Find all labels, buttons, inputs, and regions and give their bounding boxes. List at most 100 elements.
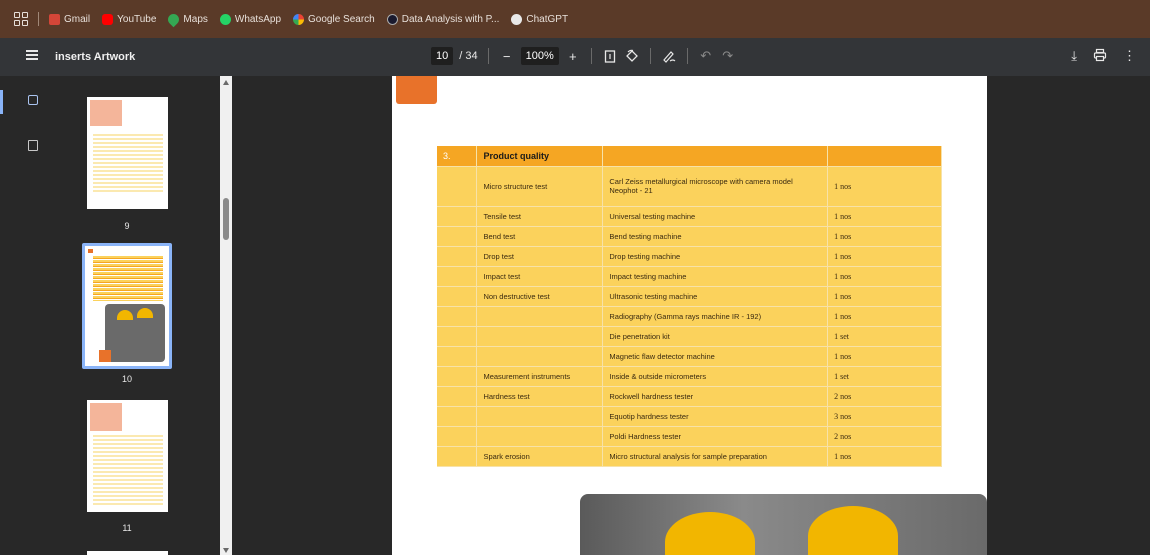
quantity-cell: 1 set bbox=[827, 366, 942, 387]
thumbnail-page-12[interactable] bbox=[87, 551, 168, 555]
quantity-cell: 1 nos bbox=[827, 166, 942, 207]
quantity-cell: 1 nos bbox=[827, 346, 942, 367]
table-row: Tensile test Universal testing machine 1 n… bbox=[437, 206, 942, 227]
equipment-cell: Rockwell hardness tester bbox=[602, 386, 829, 407]
row-number-cell bbox=[437, 166, 478, 207]
row-number-cell bbox=[437, 446, 478, 467]
equipment-cell: Inside & outside micrometers bbox=[602, 366, 829, 387]
page-number-input[interactable]: 10 bbox=[431, 47, 454, 65]
equipment-cell: Carl Zeiss metallurgical microscope with… bbox=[602, 166, 829, 207]
table-row: Non destructive test Ultrasonic testing m… bbox=[437, 286, 942, 307]
more-options-icon[interactable]: ⋮ bbox=[1123, 48, 1136, 65]
row-number-cell bbox=[437, 206, 478, 227]
quantity-cell: 1 nos bbox=[827, 266, 942, 287]
zoom-input[interactable]: 100% bbox=[520, 47, 559, 65]
test-cell bbox=[476, 306, 604, 327]
table-row: Measurement instruments Inside & outside … bbox=[437, 366, 942, 387]
scroll-down-icon[interactable] bbox=[223, 548, 229, 553]
active-indicator bbox=[0, 90, 3, 114]
test-cell bbox=[476, 406, 604, 427]
equipment-cell: Die penetration kit bbox=[602, 326, 829, 347]
quantity-cell: 1 nos bbox=[827, 206, 942, 227]
thumbnail-selection bbox=[82, 243, 172, 369]
rotate-icon[interactable] bbox=[624, 48, 640, 64]
row-number-cell bbox=[437, 326, 478, 347]
redo-icon[interactable]: ↷ bbox=[720, 48, 736, 64]
equipment-cell: Ultrasonic testing machine bbox=[602, 286, 829, 307]
bookmark-label: ChatGPT bbox=[526, 13, 569, 25]
test-cell: Measurement instruments bbox=[476, 366, 604, 387]
bookmark-label: Gmail bbox=[64, 13, 91, 25]
scrollbar-thumb[interactable] bbox=[223, 198, 229, 240]
table-row: Magnetic flaw detector machine 1 nos bbox=[437, 346, 942, 367]
page-corner-tab bbox=[396, 76, 437, 104]
bookmark-chatgpt[interactable]: ChatGPT bbox=[511, 13, 569, 25]
scroll-up-icon[interactable] bbox=[223, 80, 229, 85]
data-analysis-icon bbox=[386, 13, 398, 25]
test-cell: Hardness test bbox=[476, 386, 604, 407]
thumbnail-label: 9 bbox=[124, 221, 130, 231]
bookmark-data-analysis[interactable]: Data Analysis with P... bbox=[386, 13, 500, 25]
apps-grid-icon[interactable] bbox=[14, 12, 28, 26]
zoom-in-button[interactable]: + bbox=[565, 48, 581, 64]
bookmark-label: Maps bbox=[183, 13, 208, 25]
test-cell: Bend test bbox=[476, 226, 604, 247]
row-number-cell bbox=[437, 226, 478, 247]
bookmark-label: YouTube bbox=[117, 13, 157, 25]
row-number-cell bbox=[437, 346, 478, 367]
equipment-cell: Drop testing machine bbox=[602, 246, 829, 267]
bookmark-maps[interactable]: Maps bbox=[166, 11, 208, 27]
toolbar-divider bbox=[686, 48, 688, 64]
test-cell bbox=[476, 326, 604, 347]
bookmark-label: Data Analysis with P... bbox=[401, 13, 500, 25]
quantity-cell: 1 nos bbox=[827, 446, 942, 467]
quantity-cell: 2 nos bbox=[827, 386, 942, 407]
helmet-left bbox=[665, 512, 755, 555]
zoom-out-button[interactable]: − bbox=[499, 48, 515, 64]
quantity-cell: 1 nos bbox=[827, 306, 942, 327]
bookmark-gmail[interactable]: Gmail bbox=[49, 13, 91, 25]
row-number-cell bbox=[437, 386, 478, 407]
thumbnail-page-11[interactable] bbox=[87, 400, 168, 512]
test-cell: Impact test bbox=[476, 266, 604, 287]
print-icon[interactable] bbox=[1093, 48, 1107, 65]
test-cell bbox=[476, 346, 604, 367]
thumbnails-icon[interactable] bbox=[28, 95, 38, 105]
row-number-cell bbox=[437, 406, 478, 427]
table-row: Equotip hardness tester 3 nos bbox=[437, 406, 942, 427]
toolbar-controls: 10 / 34 − 100% + ↶ ↷ bbox=[431, 47, 736, 65]
table-header-row: 3. Product quality bbox=[437, 146, 942, 167]
gmail-icon bbox=[49, 13, 60, 25]
test-cell: Tensile test bbox=[476, 206, 604, 227]
draw-icon[interactable] bbox=[661, 48, 677, 64]
test-cell: Spark erosion bbox=[476, 446, 604, 467]
thumbnail-label: 10 bbox=[121, 374, 132, 384]
quantity-cell: 1 nos bbox=[827, 246, 942, 267]
thumbnail-page-9[interactable] bbox=[87, 97, 168, 209]
row-number-cell bbox=[437, 306, 478, 327]
download-icon[interactable]: ⤓ bbox=[1071, 48, 1077, 65]
equipment-cell: Poldi Hardness tester bbox=[602, 426, 829, 447]
quantity-cell: 1 nos bbox=[827, 286, 942, 307]
outline-icon[interactable] bbox=[28, 140, 38, 151]
thumbnail-scrollbar[interactable] bbox=[220, 76, 232, 555]
menu-icon[interactable] bbox=[26, 50, 38, 60]
bookmark-whatsapp[interactable]: WhatsApp bbox=[219, 13, 282, 25]
bookmarks-bar: Gmail YouTube Maps WhatsApp Google Searc… bbox=[0, 0, 1150, 38]
bookmark-youtube[interactable]: YouTube bbox=[102, 13, 157, 25]
document-viewport[interactable]: 3. Product quality Micro structure test C… bbox=[232, 76, 1150, 555]
whatsapp-icon bbox=[219, 13, 231, 25]
table-row: Radiography (Gamma rays machine IR - 192… bbox=[437, 306, 942, 327]
table-row: Die penetration kit 1 set bbox=[437, 326, 942, 347]
equipment-table: 3. Product quality Micro structure test C… bbox=[437, 146, 942, 467]
chatgpt-icon bbox=[511, 13, 523, 25]
equipment-cell: Universal testing machine bbox=[602, 206, 829, 227]
fit-page-icon[interactable] bbox=[602, 48, 618, 64]
table-row: Spark erosion Micro structural analysis f… bbox=[437, 446, 942, 467]
quantity-cell: 3 nos bbox=[827, 406, 942, 427]
bookmark-google-search[interactable]: Google Search bbox=[293, 13, 375, 25]
test-cell: Drop test bbox=[476, 246, 604, 267]
bookmarks-divider bbox=[38, 12, 39, 26]
undo-icon[interactable]: ↶ bbox=[698, 48, 714, 64]
bookmark-label: WhatsApp bbox=[234, 13, 282, 25]
